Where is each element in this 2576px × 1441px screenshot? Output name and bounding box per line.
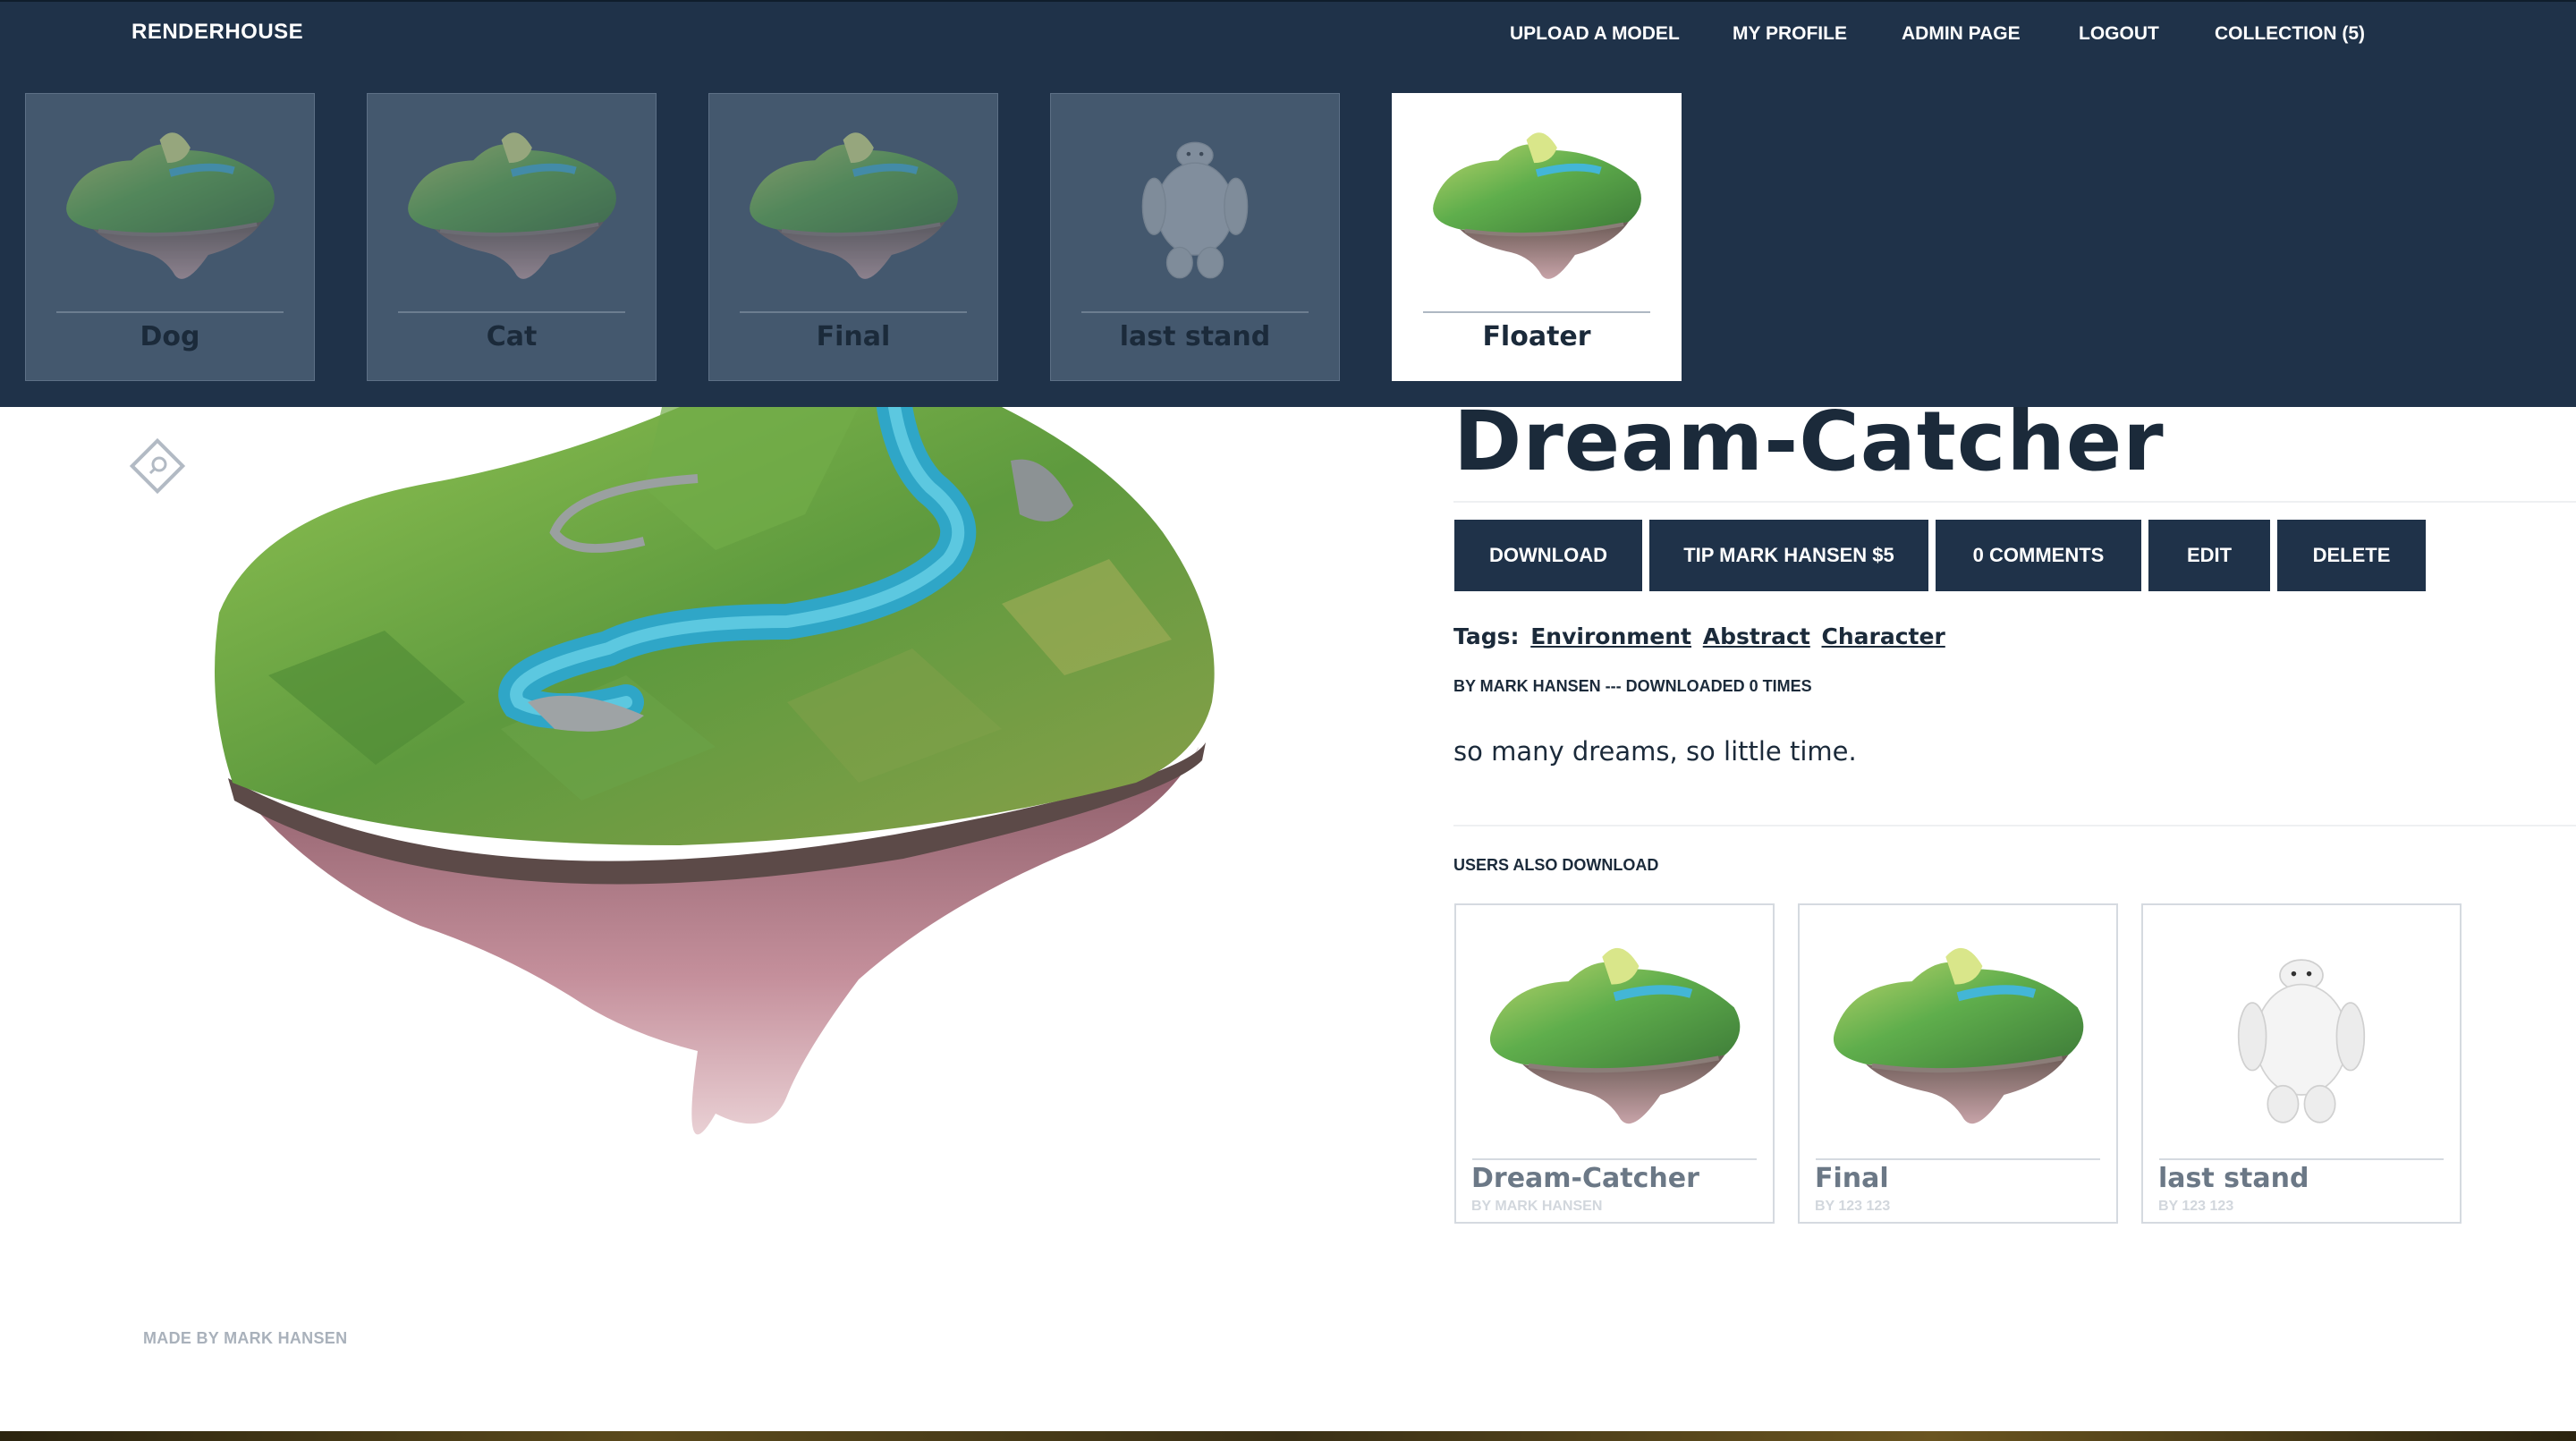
recommended-item-name: last stand	[2158, 1163, 2309, 1194]
tag-character[interactable]: Character	[1822, 623, 1945, 649]
robot-figure-thumbnail	[2143, 923, 2460, 1138]
recommended-item[interactable]: last stand BY 123 123	[2141, 903, 2462, 1224]
card-divider	[740, 311, 967, 313]
nav-collection[interactable]: COLLECTION (5)	[2215, 23, 2365, 45]
collection-item-label: last stand	[1119, 321, 1271, 352]
nav-logout[interactable]: LOGOUT	[2079, 23, 2159, 45]
collection-item-label: Dog	[140, 321, 200, 352]
card-divider	[1472, 1158, 1757, 1160]
comments-button[interactable]: 0 COMMENTS	[1936, 520, 2141, 591]
recommended-item[interactable]: Final BY 123 123	[1798, 903, 2118, 1224]
model-description: so many dreams, so little time.	[1453, 736, 1857, 767]
card-divider	[1081, 311, 1309, 313]
collection-item-cat[interactable]: Cat	[367, 93, 657, 381]
delete-button[interactable]: DELETE	[2277, 520, 2426, 591]
tag-abstract[interactable]: Abstract	[1703, 623, 1810, 649]
floating-island-thumbnail	[1393, 112, 1681, 291]
download-button[interactable]: DOWNLOAD	[1454, 520, 1642, 591]
floating-island-thumbnail	[1800, 923, 2116, 1138]
recommended-item-author: BY 123 123	[2158, 1199, 2234, 1214]
section-divider	[1453, 825, 2576, 826]
edit-button[interactable]: EDIT	[2148, 520, 2270, 591]
collection-item-label: Cat	[486, 321, 538, 352]
author-byline: BY MARK HANSEN --- DOWNLOADED 0 TIMES	[1453, 677, 1812, 695]
tag-environment[interactable]: Environment	[1530, 623, 1691, 649]
model-3d-viewer[interactable]	[0, 407, 1395, 1436]
recommended-item-name: Final	[1815, 1163, 1889, 1194]
collection-item-floater[interactable]: Floater	[1392, 93, 1682, 381]
card-divider	[2159, 1158, 2444, 1160]
also-download-heading: USERS ALSO DOWNLOAD	[1453, 856, 1659, 874]
collection-item-label: Final	[816, 321, 891, 352]
recommended-item-author: BY 123 123	[1815, 1199, 1891, 1214]
collection-item-dog[interactable]: Dog	[25, 93, 315, 381]
nav-upload-model[interactable]: UPLOAD A MODEL	[1510, 23, 1680, 45]
desktop-background-strip	[0, 1431, 2576, 1441]
tags-row: Tags: Environment Abstract Character	[1453, 623, 1945, 649]
card-divider	[1423, 311, 1650, 313]
floating-island-thumbnail	[709, 112, 997, 291]
recommended-item[interactable]: Dream-Catcher BY MARK HANSEN	[1454, 903, 1775, 1224]
tip-button[interactable]: TIP MARK HANSEN $5	[1649, 520, 1928, 591]
nav-my-profile[interactable]: MY PROFILE	[1733, 23, 1847, 45]
top-navbar: RENDERHOUSE UPLOAD A MODEL MY PROFILE AD…	[0, 0, 2576, 64]
made-by-credit: MADE BY MARK HANSEN	[143, 1329, 348, 1347]
card-divider	[56, 311, 284, 313]
collection-item-last-stand[interactable]: last stand	[1050, 93, 1340, 381]
recommended-item-name: Dream-Catcher	[1471, 1163, 1699, 1194]
brand-logo[interactable]: RENDERHOUSE	[131, 20, 303, 45]
floating-island-thumbnail	[368, 112, 656, 291]
collection-item-final[interactable]: Final	[708, 93, 998, 381]
card-divider	[398, 311, 625, 313]
robot-figure-thumbnail	[1051, 112, 1339, 291]
collection-drawer: Dog Cat Final last stand Floater	[0, 64, 2576, 407]
title-divider	[1453, 501, 2576, 503]
model-title: Dream-Catcher	[1453, 394, 2165, 489]
floating-island-thumbnail	[26, 112, 314, 291]
collection-item-label: Floater	[1482, 321, 1591, 352]
floating-island-3d-model	[215, 407, 1215, 1135]
card-divider	[1816, 1158, 2100, 1160]
floating-island-thumbnail	[1456, 923, 1773, 1138]
recommended-item-author: BY MARK HANSEN	[1471, 1199, 1603, 1214]
zoom-icon[interactable]	[125, 434, 190, 498]
nav-admin-page[interactable]: ADMIN PAGE	[1902, 23, 2021, 45]
tags-label: Tags:	[1453, 623, 1520, 649]
